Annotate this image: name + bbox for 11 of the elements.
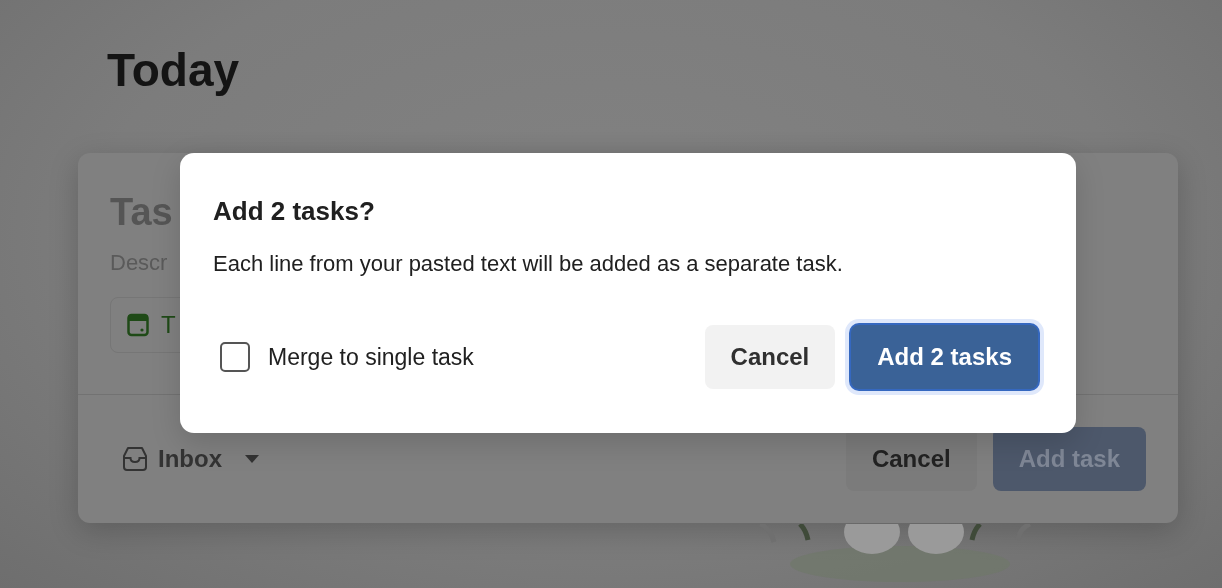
merge-checkbox[interactable] xyxy=(220,342,250,372)
cancel-button[interactable]: Cancel xyxy=(704,325,836,389)
calendar-icon xyxy=(127,313,149,337)
dialog-title: Add 2 tasks? xyxy=(213,195,376,228)
dialog-message: Each line from your pasted text will be added as a separate task. xyxy=(213,250,844,278)
project-selector[interactable]: Inbox xyxy=(122,445,260,473)
due-date-label: T xyxy=(161,311,176,339)
page-title: Today xyxy=(107,44,241,96)
inbox-icon xyxy=(122,446,148,472)
caret-icon xyxy=(244,454,260,464)
merge-label: Merge to single task xyxy=(268,343,474,371)
